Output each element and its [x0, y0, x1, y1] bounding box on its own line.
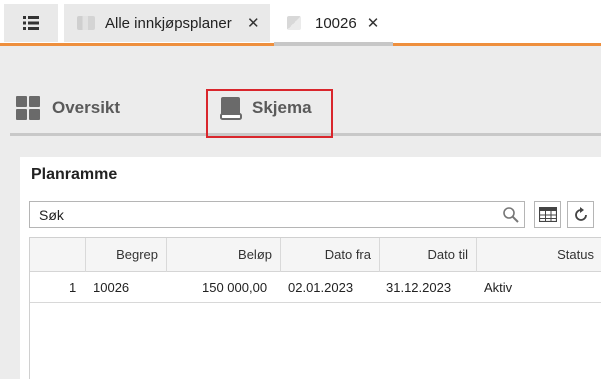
- close-icon[interactable]: ✕: [367, 14, 380, 32]
- close-icon[interactable]: ✕: [247, 14, 260, 32]
- cell-belop: 150 000,00: [202, 280, 268, 295]
- tab-label: Alle innkjøpsplaner: [105, 14, 232, 32]
- search-icon[interactable]: [502, 206, 520, 224]
- tab-alle-innkjopsplaner[interactable]: Alle innkjøpsplaner ✕: [64, 4, 270, 42]
- table-header: Begrep Beløp Dato fra Dato til Status: [30, 238, 601, 272]
- table-view-button[interactable]: [534, 201, 561, 228]
- nav-oversikt-label: Oversikt: [52, 98, 121, 117]
- tab-10026[interactable]: 10026 ✕: [274, 4, 393, 46]
- column-header-dato-fra[interactable]: Dato fra: [280, 238, 379, 272]
- data-table: Begrep Beløp Dato fra Dato til Status 1 …: [29, 237, 601, 379]
- nav-skjema-label: Skjema: [252, 98, 312, 117]
- column-header-belop[interactable]: Beløp: [166, 238, 280, 272]
- grid-icon: [16, 96, 40, 120]
- menu-button[interactable]: [4, 4, 58, 46]
- column-header-status[interactable]: Status: [476, 238, 601, 272]
- tab-thumbnail-icon: [287, 16, 301, 30]
- cell-dato-til: 31.12.2023: [386, 280, 452, 295]
- cell-dato-fra: 02.01.2023: [288, 280, 354, 295]
- refresh-button[interactable]: [567, 201, 594, 228]
- search-input[interactable]: [30, 202, 490, 227]
- list-icon: [23, 16, 39, 30]
- search-box[interactable]: [29, 201, 525, 228]
- book-icon: [220, 97, 242, 120]
- table-row[interactable]: 1 10026 150 000,00 02.01.2023 31.12.2023…: [30, 273, 601, 303]
- refresh-icon: [574, 206, 587, 221]
- tab-label: 10026: [315, 14, 357, 32]
- column-header-index: [30, 238, 85, 272]
- planramme-panel: Planramme Begrep Beløp Dato fra Da: [20, 157, 601, 379]
- cell-status: Aktiv: [484, 280, 513, 295]
- nav-oversikt[interactable]: Oversikt: [16, 96, 120, 120]
- column-header-begrep[interactable]: Begrep: [85, 238, 166, 272]
- cell-begrep: 10026: [93, 280, 130, 295]
- table-view-icon: [538, 207, 557, 222]
- column-header-dato-til[interactable]: Dato til: [379, 238, 476, 272]
- panel-title: Planramme: [31, 166, 118, 183]
- tab-thumbnail-icon: [77, 16, 95, 30]
- row-index: 1: [69, 280, 77, 295]
- nav-skjema[interactable]: Skjema: [220, 96, 312, 120]
